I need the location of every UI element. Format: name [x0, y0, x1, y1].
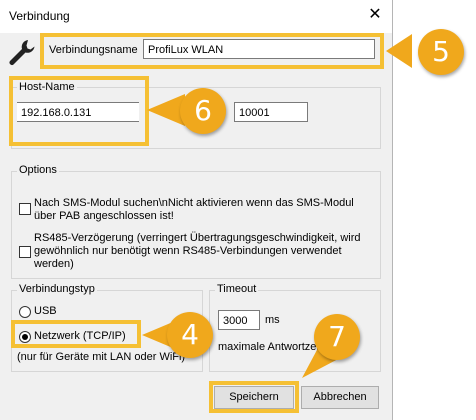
rs485-delay-checkbox[interactable] — [19, 246, 31, 258]
cancel-button[interactable]: Abbrechen — [301, 386, 379, 409]
callout-4: 4 — [167, 312, 213, 358]
close-icon[interactable]: ✕ — [364, 4, 386, 26]
timeout-input[interactable]: 3000 — [218, 310, 260, 330]
highlight-network-radio — [11, 320, 141, 348]
callout-5-pointer — [386, 34, 412, 68]
highlight-save-button — [209, 381, 299, 413]
title-bar: Verbindung ✕ — [0, 0, 392, 33]
usb-radio[interactable] — [19, 306, 31, 318]
highlight-host-address — [9, 76, 149, 146]
callout-5: 5 — [418, 29, 464, 75]
sms-module-label: Nach SMS-Modul suchen\nNicht aktivieren … — [34, 197, 354, 222]
wrench-icon — [9, 40, 35, 65]
dialog-title: Verbindung — [9, 9, 70, 23]
connection-type-label: Verbindungstyp — [17, 283, 97, 295]
highlight-connection-name — [40, 33, 384, 69]
timeout-unit: ms — [265, 314, 280, 326]
timeout-label: Timeout — [215, 283, 259, 295]
port-input[interactable]: 10001 — [234, 102, 308, 122]
callout-6: 6 — [180, 88, 226, 134]
usb-radio-label: USB — [34, 305, 57, 317]
sms-module-checkbox[interactable] — [19, 203, 31, 215]
callout-6-pointer — [147, 94, 185, 126]
rs485-delay-label: RS485-Verzögerung (verringert Übertragun… — [34, 232, 361, 270]
options-group-label: Options — [17, 164, 59, 176]
callout-7: 7 — [314, 314, 360, 360]
